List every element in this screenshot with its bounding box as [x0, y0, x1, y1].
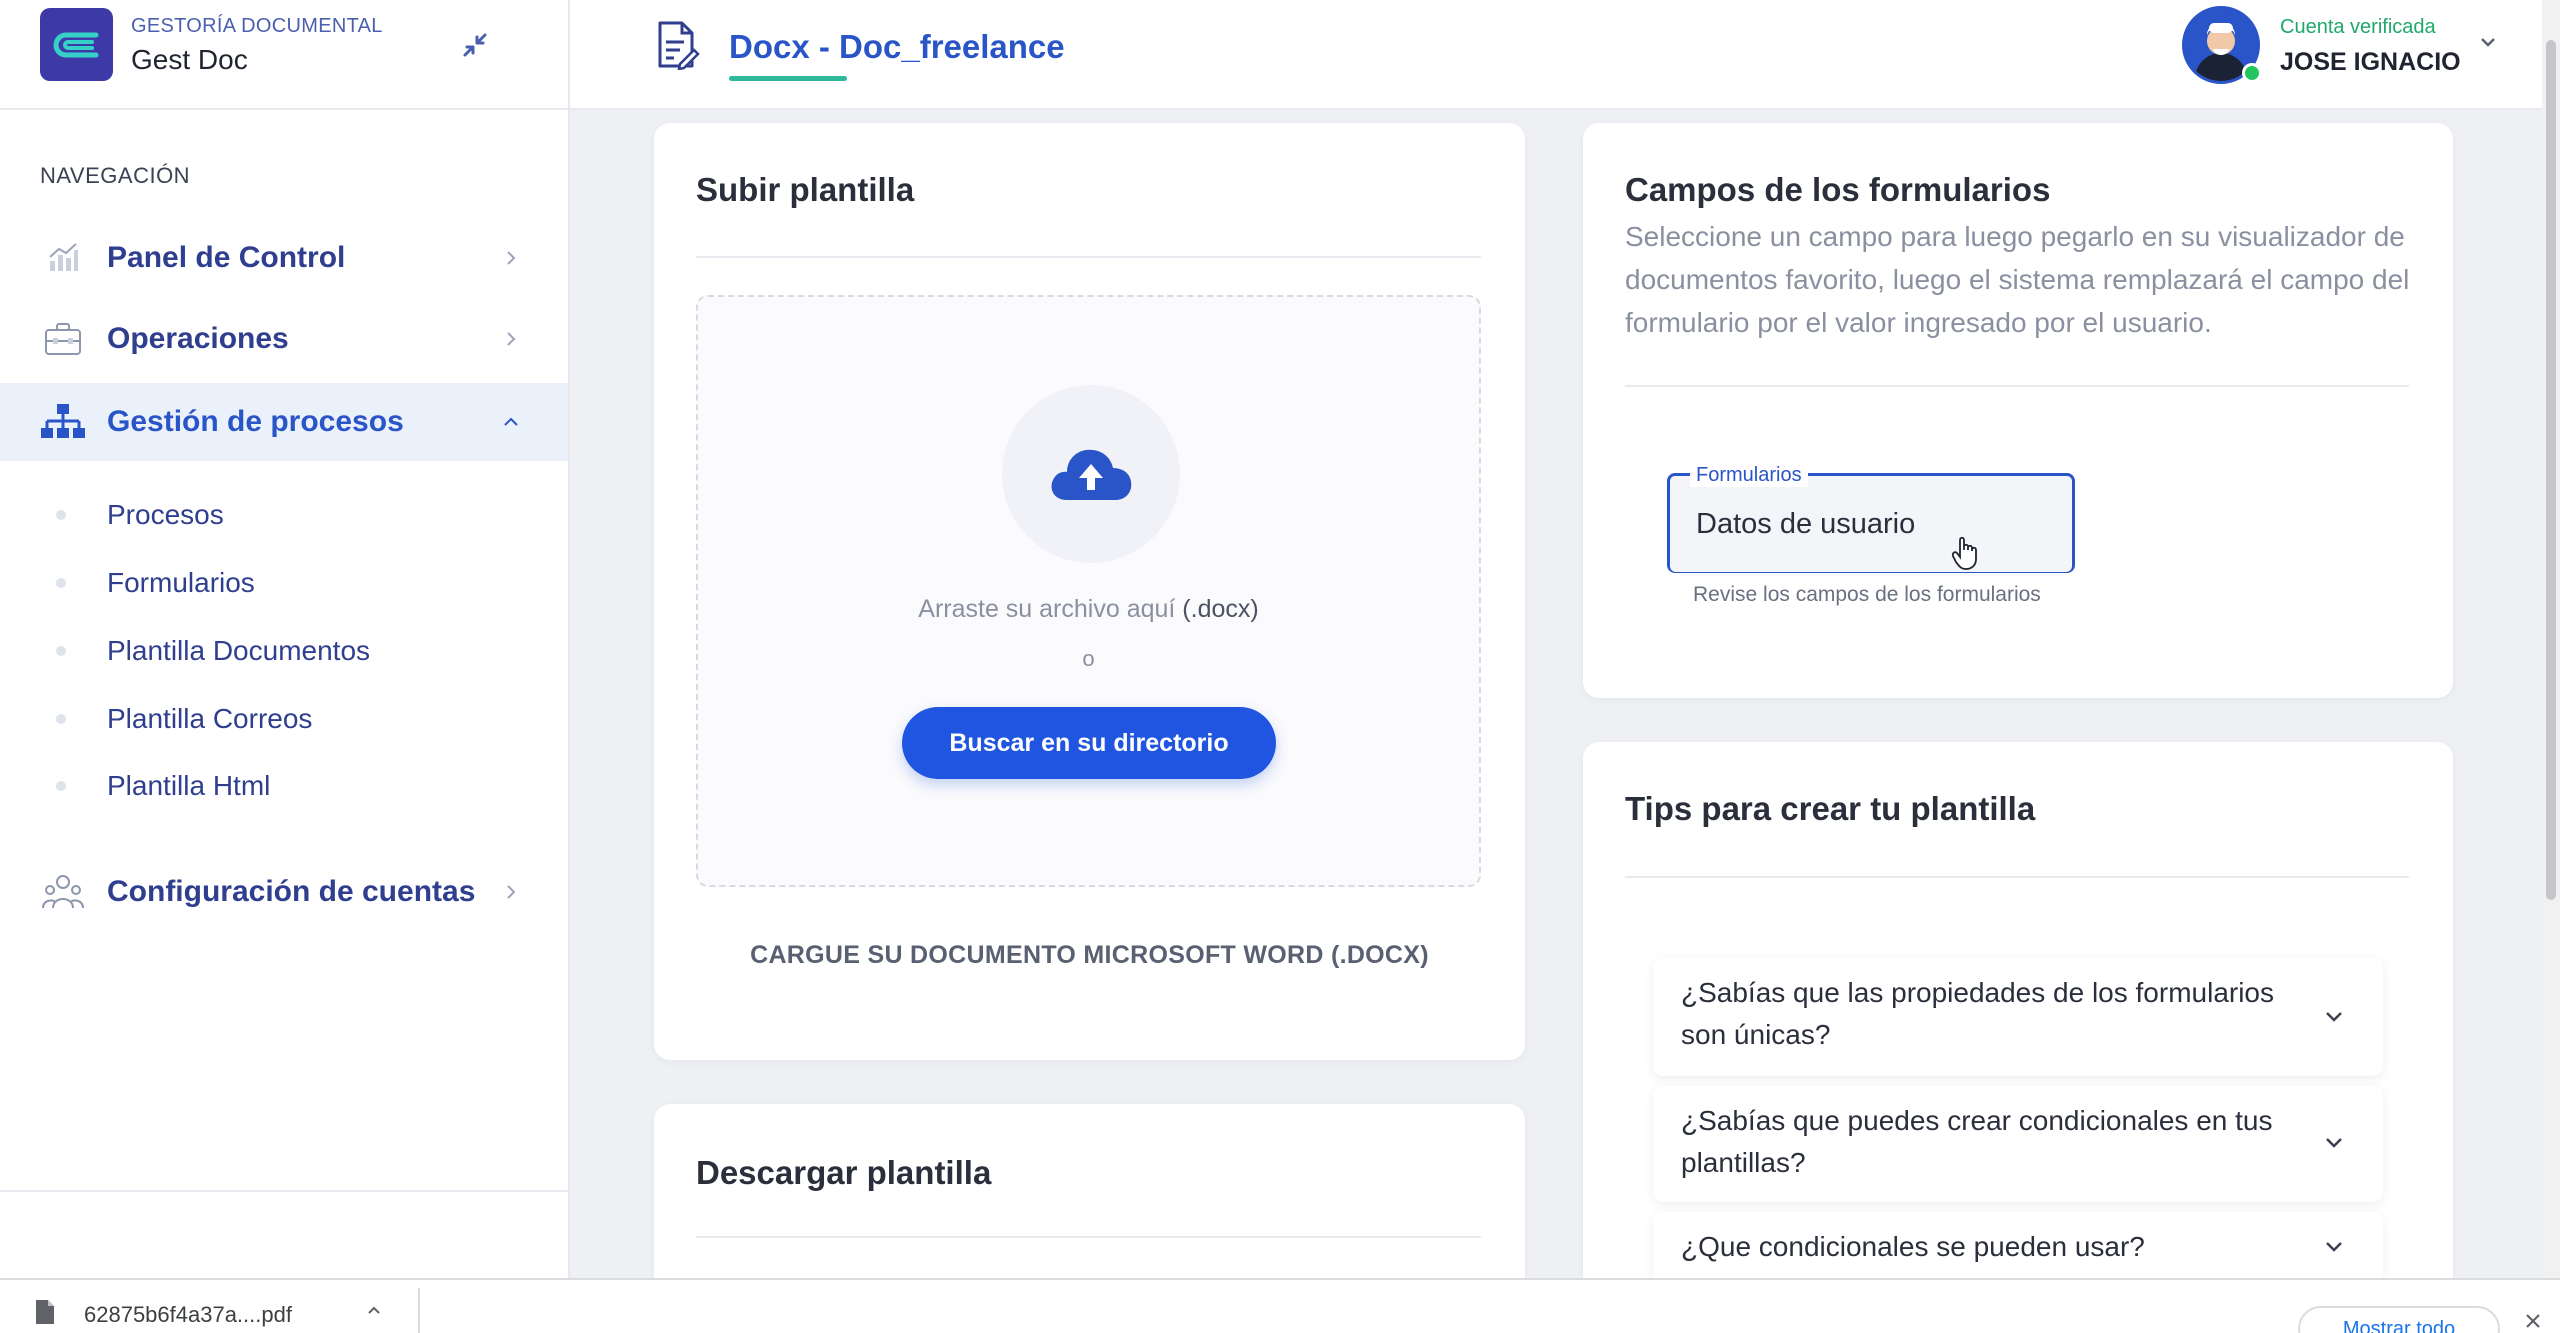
card-title: Descargar plantilla [696, 1154, 992, 1191]
sidebar-subitem-label: Plantilla Correos [107, 703, 313, 734]
cloud-upload-icon [1002, 385, 1180, 563]
card-title: Campos de los formularios [1625, 171, 2051, 208]
chevron-down-icon [2321, 1234, 2347, 1260]
browse-directory-button[interactable]: Buscar en su directorio [902, 707, 1276, 779]
bullet-icon [56, 714, 66, 724]
briefcase-icon [40, 316, 86, 362]
sidebar-item-panel-de-control[interactable]: Panel de Control [0, 219, 568, 297]
sidebar-subitem-label: Plantilla Html [107, 770, 271, 801]
chevron-right-icon [500, 328, 522, 350]
tip-accordion-item[interactable]: ¿Sabías que puedes crear condicionales e… [1653, 1086, 2383, 1202]
divider [418, 1288, 420, 1333]
tips-card: Tips para crear tu plantilla ¿Sabías que… [1583, 742, 2453, 1278]
tip-accordion-item[interactable]: ¿Sabías que las propiedades de los formu… [1653, 958, 2383, 1076]
card-title: Subir plantilla [696, 171, 915, 208]
sidebar-footer [0, 1190, 568, 1278]
chevron-down-icon [2321, 1004, 2347, 1030]
bullet-icon [56, 510, 66, 520]
sidebar-item-label: Configuración de cuentas [107, 875, 476, 908]
chevron-down-icon[interactable] [2476, 30, 2500, 54]
file-icon [34, 1298, 56, 1326]
sidebar-subitem-label: Plantilla Documentos [107, 635, 371, 666]
hand-cursor-icon [1951, 535, 1981, 571]
sidebar-subitem-label: Procesos [107, 499, 224, 530]
drop-instructions: Arraste su archivo aquí (.docx) [698, 595, 1479, 624]
chevron-down-icon [2321, 1130, 2347, 1156]
download-template-card: Descargar plantilla [654, 1104, 1525, 1278]
brand-logo[interactable] [40, 8, 113, 81]
bullet-icon [56, 646, 66, 656]
sidebar-subitem-procesos[interactable]: Procesos [0, 485, 568, 545]
sidebar-item-label: Panel de Control [107, 241, 346, 274]
chevron-right-icon [500, 881, 522, 903]
upload-caption: CARGUE SU DOCUMENTO MICROSOFT WORD (.DOC… [750, 941, 1429, 969]
tip-question: ¿Sabías que las propiedades de los formu… [1681, 977, 2275, 1050]
users-icon [40, 869, 86, 915]
document-edit-icon [654, 20, 700, 71]
bullet-icon [56, 578, 66, 588]
drop-extension: (.docx) [1182, 595, 1259, 623]
sidebar-subitem-plantilla-correos[interactable]: Plantilla Correos [0, 689, 568, 749]
chevron-up-icon [500, 411, 522, 433]
divider [696, 256, 1481, 258]
chevron-right-icon [500, 247, 522, 269]
top-header: Docx - Doc_freelance Cuenta verificada J… [570, 0, 2542, 110]
form-fields-card: Campos de los formularios Seleccione un … [1583, 123, 2453, 698]
card-title: Tips para crear tu plantilla [1625, 790, 2036, 827]
divider [1625, 385, 2409, 387]
brand-title: Gest Doc [131, 44, 248, 75]
upload-template-card: Subir plantilla Arraste su archivo aquí … [654, 123, 1525, 1060]
download-file-name[interactable]: 62875b6f4a37a....pdf [84, 1302, 292, 1328]
divider [1625, 876, 2409, 878]
forms-select-value: Datos de usuario [1670, 476, 2072, 572]
forms-select-helper: Revise los campos de los formularios [1693, 583, 2041, 606]
drop-text: Arraste su archivo aquí [918, 595, 1183, 623]
sidebar-item-label: Operaciones [107, 322, 289, 355]
tip-question: ¿Sabías que puedes crear condicionales e… [1681, 1105, 2273, 1178]
sidebar-subitem-formularios[interactable]: Formularios [0, 553, 568, 613]
online-status-badge [2242, 63, 2262, 83]
sidebar-item-configuracion-de-cuentas[interactable]: Configuración de cuentas [0, 853, 568, 931]
account-status: Cuenta verificada [2280, 16, 2436, 38]
chevron-up-icon[interactable] [364, 1300, 384, 1320]
chart-icon [40, 235, 86, 281]
sidebar-item-gestion-de-procesos[interactable]: Gestión de procesos [0, 383, 568, 461]
divider [696, 1236, 1481, 1238]
sidebar-item-label: Gestión de procesos [107, 405, 404, 438]
forms-select-label: Formularios [1690, 464, 1808, 487]
browser-download-bar: 62875b6f4a37a....pdf Mostrar todo [0, 1278, 2560, 1333]
org-chart-icon [40, 399, 86, 445]
file-dropzone[interactable]: Arraste su archivo aquí (.docx) o Buscar… [696, 295, 1481, 887]
page-scrollbar[interactable] [2542, 0, 2560, 1278]
nav-heading: NAVEGACIÓN [40, 163, 191, 188]
tip-question: ¿Que condicionales se pueden usar? [1681, 1231, 2145, 1262]
scrollbar-thumb[interactable] [2546, 40, 2556, 900]
brand: GESTORÍA DOCUMENTAL Gest Doc [0, 0, 568, 110]
sidebar: GESTORÍA DOCUMENTAL Gest Doc NAVEGACIÓN … [0, 0, 570, 1278]
bullet-icon [56, 781, 66, 791]
forms-select[interactable]: Datos de usuario Formularios [1667, 464, 2075, 573]
card-description: Seleccione un campo para luego pegarlo e… [1625, 221, 2410, 338]
tip-accordion-item[interactable]: ¿Que condicionales se pueden usar? [1653, 1212, 2383, 1278]
sidebar-subitem-label: Formularios [107, 567, 255, 598]
tab-indicator [729, 76, 847, 81]
or-separator: o [1082, 646, 1095, 671]
page-title: Docx - Doc_freelance [729, 28, 1065, 65]
sidebar-subitem-plantilla-html[interactable]: Plantilla Html [0, 756, 568, 816]
show-all-downloads-button[interactable]: Mostrar todo [2298, 1306, 2500, 1333]
sidebar-subitem-plantilla-documentos[interactable]: Plantilla Documentos [0, 621, 568, 681]
user-name[interactable]: JOSE IGNACIO [2280, 48, 2461, 77]
sidebar-item-operaciones[interactable]: Operaciones [0, 300, 568, 378]
collapse-sidebar-icon[interactable] [458, 28, 492, 62]
brand-subtitle: GESTORÍA DOCUMENTAL [131, 15, 383, 37]
close-icon[interactable] [2522, 1310, 2544, 1332]
